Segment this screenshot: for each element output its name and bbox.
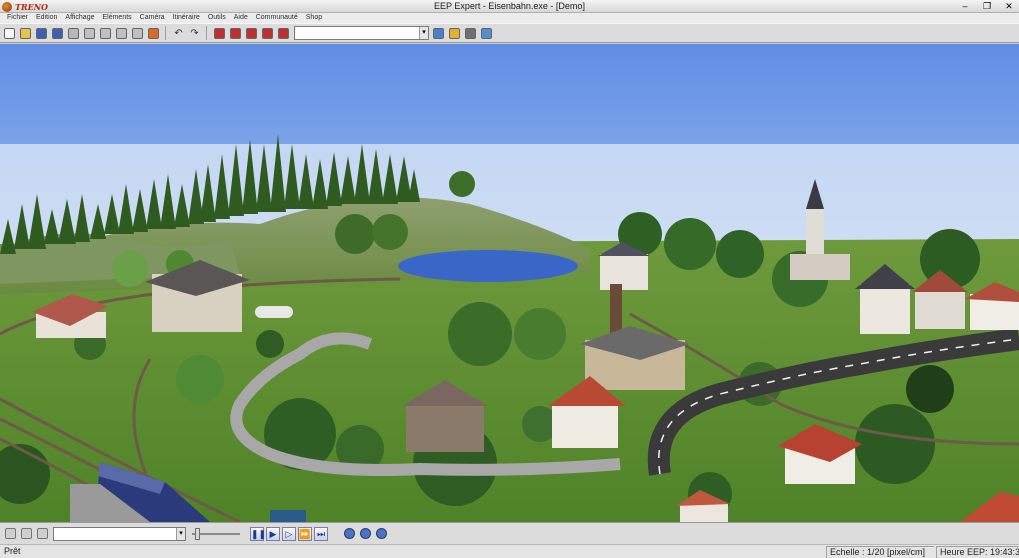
redo-icon: ↷	[190, 27, 199, 39]
train-couple-button[interactable]	[244, 26, 259, 41]
train-properties-button[interactable]	[276, 26, 291, 41]
sound-icon	[37, 528, 48, 539]
open-folder-icon	[20, 27, 31, 39]
train-properties-icon	[278, 27, 289, 39]
step-button[interactable]: ▷	[282, 526, 296, 541]
menu-fichier[interactable]: Fichier	[3, 13, 32, 23]
title-bar: TRENO EEP Expert - Eisenbahn.exe - [Demo…	[0, 0, 1019, 13]
zoom-out-button[interactable]	[358, 526, 373, 541]
speed-slider[interactable]	[192, 527, 240, 541]
sun-weather-button[interactable]	[447, 26, 462, 41]
sun-weather-icon	[449, 27, 460, 39]
train-add-button[interactable]	[212, 26, 227, 41]
map-icon	[433, 27, 444, 39]
step-icon: ▷	[285, 528, 293, 539]
control-bar: ▾ ❚❚ ▶ ▷ ⏩ ⏭	[0, 522, 1019, 544]
window-title: EEP Expert - Eisenbahn.exe - [Demo]	[434, 1, 585, 11]
zoom-out-icon	[360, 528, 371, 539]
lake	[398, 250, 578, 282]
train-remove-button[interactable]	[228, 26, 243, 41]
open-folder-button[interactable]	[18, 26, 33, 41]
zoom-in-icon	[344, 528, 355, 539]
menu-elements[interactable]: Eléments	[98, 13, 135, 23]
fast-forward-icon: ⏩	[299, 528, 311, 539]
undo-icon: ↶	[174, 27, 183, 39]
new-file-icon	[4, 27, 15, 39]
train-uncouple-button[interactable]	[260, 26, 275, 41]
main-toolbar: ↶ ↷ ▾	[0, 23, 1019, 43]
train-add-icon	[214, 27, 225, 39]
map-button[interactable]	[431, 26, 446, 41]
sound-button[interactable]	[35, 526, 50, 541]
delete-icon	[132, 27, 143, 39]
menu-camera[interactable]: Caméra	[136, 13, 169, 23]
undo-button[interactable]: ↶	[171, 26, 186, 41]
save-as-icon	[52, 27, 63, 39]
tools-button[interactable]	[463, 26, 478, 41]
print-icon	[68, 27, 79, 39]
redo-button[interactable]: ↷	[187, 26, 202, 41]
properties-button[interactable]	[146, 26, 161, 41]
status-scale: Echelle : 1/20 [pixel/cm]	[826, 546, 934, 558]
toolbar-separator	[165, 26, 169, 40]
toolbar-combo[interactable]: ▾	[294, 26, 429, 40]
print-button[interactable]	[66, 26, 81, 41]
copy-icon	[100, 27, 111, 39]
status-eep-time: Heure EEP: 19:43:35	[936, 546, 1019, 558]
edit-pencil-button[interactable]	[3, 526, 18, 541]
chevron-down-icon[interactable]: ▾	[419, 27, 428, 39]
pause-icon: ❚❚	[251, 528, 267, 539]
fit-icon	[376, 528, 387, 539]
menu-shop[interactable]: Shop	[302, 13, 326, 23]
menu-communaute[interactable]: Communauté	[252, 13, 302, 23]
train-uncouple-icon	[262, 27, 273, 39]
edit-pencil-icon	[5, 528, 16, 539]
3d-viewport[interactable]	[0, 44, 1019, 522]
play-button[interactable]: ▶	[266, 526, 280, 541]
fast-forward-button[interactable]: ⏩	[298, 526, 312, 541]
cut-icon	[84, 27, 95, 39]
save-icon	[36, 27, 47, 39]
end-button[interactable]: ⏭	[314, 526, 328, 541]
tools-icon	[465, 27, 476, 39]
light-bulb-button[interactable]	[19, 526, 34, 541]
end-icon: ⏭	[316, 528, 326, 539]
document-button[interactable]	[479, 26, 494, 41]
copy-button[interactable]	[98, 26, 113, 41]
menu-edition[interactable]: Edition	[32, 13, 61, 23]
save-button[interactable]	[34, 26, 49, 41]
menu-outils[interactable]: Outils	[204, 13, 230, 23]
object-combo[interactable]: ▾	[53, 526, 186, 541]
toolbar-separator	[206, 26, 210, 40]
status-ready: Prêt	[4, 546, 21, 556]
zoom-in-button[interactable]	[342, 526, 357, 541]
delete-button[interactable]	[130, 26, 145, 41]
pause-button[interactable]: ❚❚	[250, 526, 267, 541]
train-couple-icon	[246, 27, 257, 39]
minimize-button[interactable]: –	[959, 0, 971, 13]
paste-button[interactable]	[114, 26, 129, 41]
save-as-button[interactable]	[50, 26, 65, 41]
cut-button[interactable]	[82, 26, 97, 41]
document-icon	[481, 27, 492, 39]
chevron-down-icon[interactable]: ▾	[176, 527, 185, 540]
window-controls: – ❐ ✕	[959, 0, 1015, 13]
menu-bar: Fichier Edition Affichage Eléments Camér…	[0, 13, 1019, 23]
new-file-button[interactable]	[2, 26, 17, 41]
paste-icon	[116, 27, 127, 39]
slider-thumb[interactable]	[195, 527, 201, 540]
restore-button[interactable]: ❐	[981, 0, 993, 13]
status-bar: Prêt Echelle : 1/20 [pixel/cm] Heure EEP…	[0, 544, 1019, 558]
train-remove-icon	[230, 27, 241, 39]
fit-button[interactable]	[374, 526, 389, 541]
light-bulb-icon	[21, 528, 32, 539]
play-icon: ▶	[269, 528, 277, 539]
properties-icon	[148, 27, 159, 39]
close-button[interactable]: ✕	[1003, 0, 1015, 13]
menu-itineraire[interactable]: Itinéraire	[169, 13, 204, 23]
menu-affichage[interactable]: Affichage	[61, 13, 98, 23]
menu-aide[interactable]: Aide	[230, 13, 252, 23]
